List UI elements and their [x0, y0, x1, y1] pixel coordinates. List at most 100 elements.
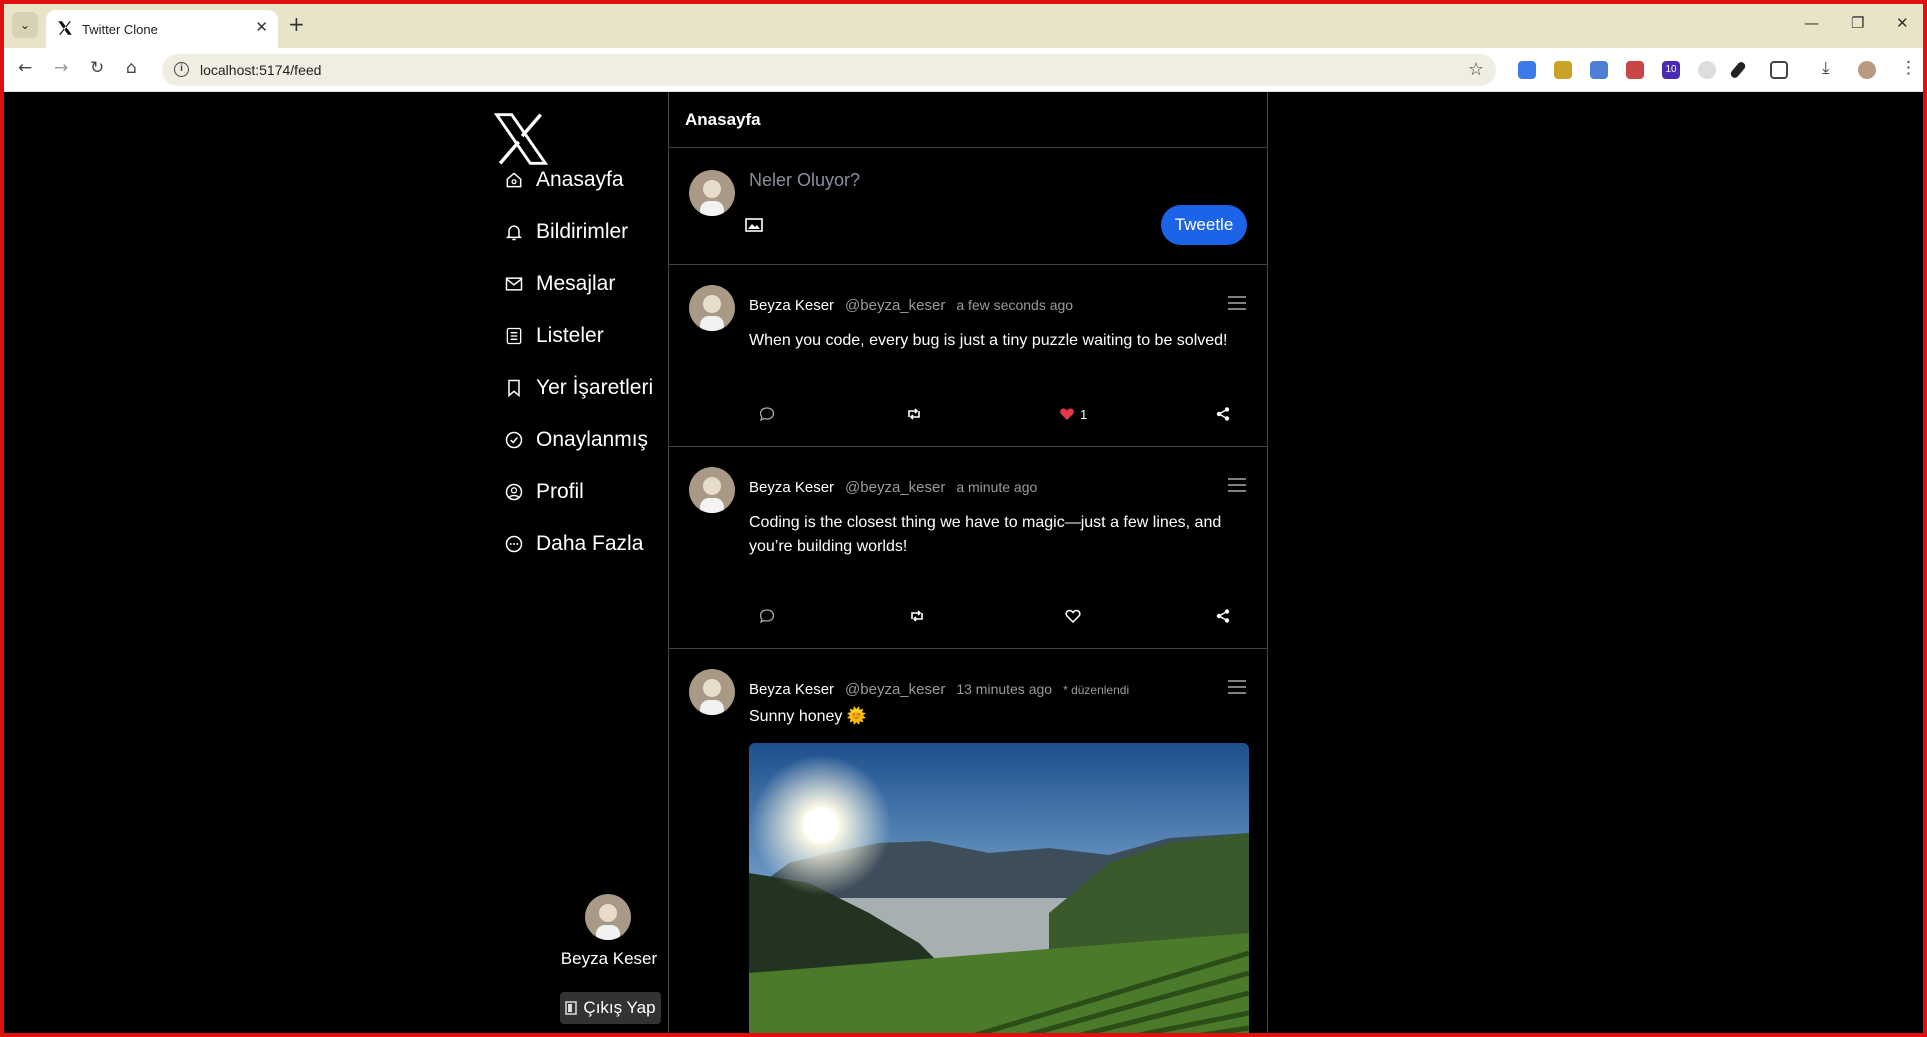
- back-icon[interactable]: ←: [18, 58, 32, 78]
- post-text: Coding is the closest thing we have to m…: [749, 514, 1222, 555]
- tweet-button[interactable]: Tweetle: [1161, 205, 1247, 245]
- post-author-name[interactable]: Beyza Keser: [749, 297, 834, 314]
- sidebar-item-more[interactable]: Daha Fazla: [504, 526, 643, 562]
- reader-extension-icon[interactable]: [1590, 61, 1608, 79]
- retweet-button[interactable]: [909, 606, 925, 626]
- post-timestamp: a minute ago: [956, 479, 1038, 495]
- badge-extension-icon[interactable]: 10: [1662, 61, 1680, 79]
- retweet-icon: [908, 408, 920, 420]
- share-icon: [1216, 407, 1230, 421]
- post-item: Beyza Keser @beyza_keser a few seconds a…: [669, 265, 1267, 447]
- post-item: Beyza Keser @beyza_keser a minute ago Co…: [669, 447, 1267, 649]
- clock-extension-icon[interactable]: [1698, 61, 1716, 79]
- post-image[interactable]: [749, 743, 1249, 1037]
- post-author-name[interactable]: Beyza Keser: [749, 681, 834, 698]
- sidebar-item-label: Daha Fazla: [536, 532, 644, 555]
- reply-button[interactable]: [759, 606, 775, 626]
- tab-close-icon[interactable]: ✕: [255, 18, 268, 36]
- edited-label: * düzenlendi: [1063, 683, 1130, 697]
- post-item: Beyza Keser @beyza_keser 13 minutes ago …: [669, 649, 1267, 1037]
- like-count: 1: [1080, 406, 1088, 422]
- home-icon: [506, 172, 522, 188]
- sidebar-item-label: Listeler: [536, 324, 604, 347]
- extensions-puzzle-icon[interactable]: [1770, 61, 1788, 79]
- feed: Anasayfa Tweetle Beyza Keser @beyza_kese…: [668, 92, 1268, 1037]
- mail-icon: [505, 277, 523, 291]
- post-text: When you code, every bug is just a tiny …: [749, 332, 1228, 349]
- reload-icon[interactable]: ↻: [90, 58, 104, 78]
- heart-filled-icon: [1060, 408, 1074, 420]
- heart-outline-icon: [1065, 609, 1081, 624]
- tweet-input[interactable]: [749, 170, 1189, 191]
- home-browser-icon[interactable]: ⌂: [126, 58, 137, 78]
- browser-menu-icon[interactable]: ⋮: [1900, 58, 1917, 78]
- minimize-icon[interactable]: —: [1804, 14, 1819, 32]
- sidebar-item-messages[interactable]: Mesajlar: [504, 266, 615, 302]
- post-author-handle: @beyza_keser: [845, 681, 946, 698]
- tab-title: Twitter Clone: [82, 22, 158, 37]
- share-icon: [1216, 609, 1230, 623]
- post-author-handle: @beyza_keser: [845, 479, 946, 496]
- post-actions: [749, 606, 1249, 626]
- post-header: Beyza Keser @beyza_keser a few seconds a…: [749, 297, 1073, 314]
- comment-icon: [759, 407, 775, 422]
- sidebar-item-notifications[interactable]: Bildirimler: [504, 214, 628, 250]
- sidebar-item-lists[interactable]: Listeler: [504, 318, 604, 354]
- sidebar-item-label: Profil: [536, 480, 584, 503]
- address-bar[interactable]: i localhost:5174/feed ☆: [162, 54, 1496, 86]
- sidebar-item-home[interactable]: Anasayfa: [504, 162, 624, 198]
- avatar: [689, 170, 735, 216]
- calendar-extension-icon[interactable]: [1626, 61, 1644, 79]
- post-text: Sunny honey 🌞: [749, 708, 867, 725]
- image-upload-icon[interactable]: [745, 218, 763, 232]
- post-timestamp: 13 minutes ago: [956, 681, 1053, 697]
- post-author-name[interactable]: Beyza Keser: [749, 479, 834, 496]
- wallet-extension-icon[interactable]: [1554, 61, 1572, 79]
- sidebar-item-verified[interactable]: Onaylanmış: [504, 422, 648, 458]
- more-circle-icon: [505, 535, 523, 553]
- profile-avatar-icon[interactable]: [1858, 61, 1876, 79]
- color-picker-icon[interactable]: [1729, 60, 1747, 80]
- post-menu-icon[interactable]: [1227, 295, 1247, 311]
- sidebar-item-bookmarks[interactable]: Yer İşaretleri: [504, 370, 653, 406]
- post-header: Beyza Keser @beyza_keser a minute ago: [749, 479, 1037, 496]
- restore-icon[interactable]: ❐: [1851, 14, 1864, 32]
- avatar[interactable]: [689, 467, 735, 513]
- x-logo-icon: [58, 21, 72, 35]
- check-circle-icon: [505, 431, 523, 449]
- bookmark-star-icon[interactable]: ☆: [1468, 59, 1484, 80]
- avatar[interactable]: [585, 894, 631, 940]
- browser-tab[interactable]: Twitter Clone ✕: [46, 10, 278, 48]
- screen-frame: ⌄ Twitter Clone ✕ + — ❐ ✕ ← → ↻ ⌂ i loca…: [0, 0, 1927, 1037]
- share-button[interactable]: [1215, 404, 1231, 424]
- tab-search-button[interactable]: ⌄: [12, 12, 38, 38]
- translate-extension-icon[interactable]: [1518, 61, 1536, 79]
- post-menu-icon[interactable]: [1227, 477, 1247, 493]
- post-actions: 1: [749, 404, 1249, 424]
- list-icon: [506, 327, 522, 345]
- avatar[interactable]: [689, 285, 735, 331]
- retweet-button[interactable]: [906, 404, 922, 424]
- forward-icon[interactable]: →: [54, 58, 68, 78]
- reply-button[interactable]: [759, 404, 775, 424]
- share-button[interactable]: [1215, 606, 1231, 626]
- like-button[interactable]: 1: [1059, 404, 1087, 424]
- sidebar-item-label: Onaylanmış: [536, 428, 649, 451]
- x-logo-icon[interactable]: [492, 110, 550, 168]
- new-tab-button[interactable]: +: [288, 12, 305, 36]
- window-close-icon[interactable]: ✕: [1896, 14, 1909, 32]
- site-info-icon[interactable]: i: [174, 62, 189, 77]
- logout-icon: [565, 1001, 578, 1015]
- sidebar-item-label: Anasayfa: [536, 168, 624, 191]
- comment-icon: [759, 609, 775, 624]
- like-button[interactable]: [1065, 606, 1086, 626]
- post-menu-icon[interactable]: [1227, 679, 1247, 695]
- post-header: Beyza Keser @beyza_keser 13 minutes ago …: [749, 681, 1129, 698]
- download-icon[interactable]: ⤓: [1822, 58, 1830, 78]
- sidebar-item-label: Bildirimler: [536, 220, 629, 243]
- bookmark-icon: [508, 379, 520, 398]
- avatar[interactable]: [689, 669, 735, 715]
- logout-button[interactable]: Çıkış Yap: [560, 992, 661, 1024]
- sidebar-item-profile[interactable]: Profil: [504, 474, 584, 510]
- bell-icon: [505, 225, 523, 241]
